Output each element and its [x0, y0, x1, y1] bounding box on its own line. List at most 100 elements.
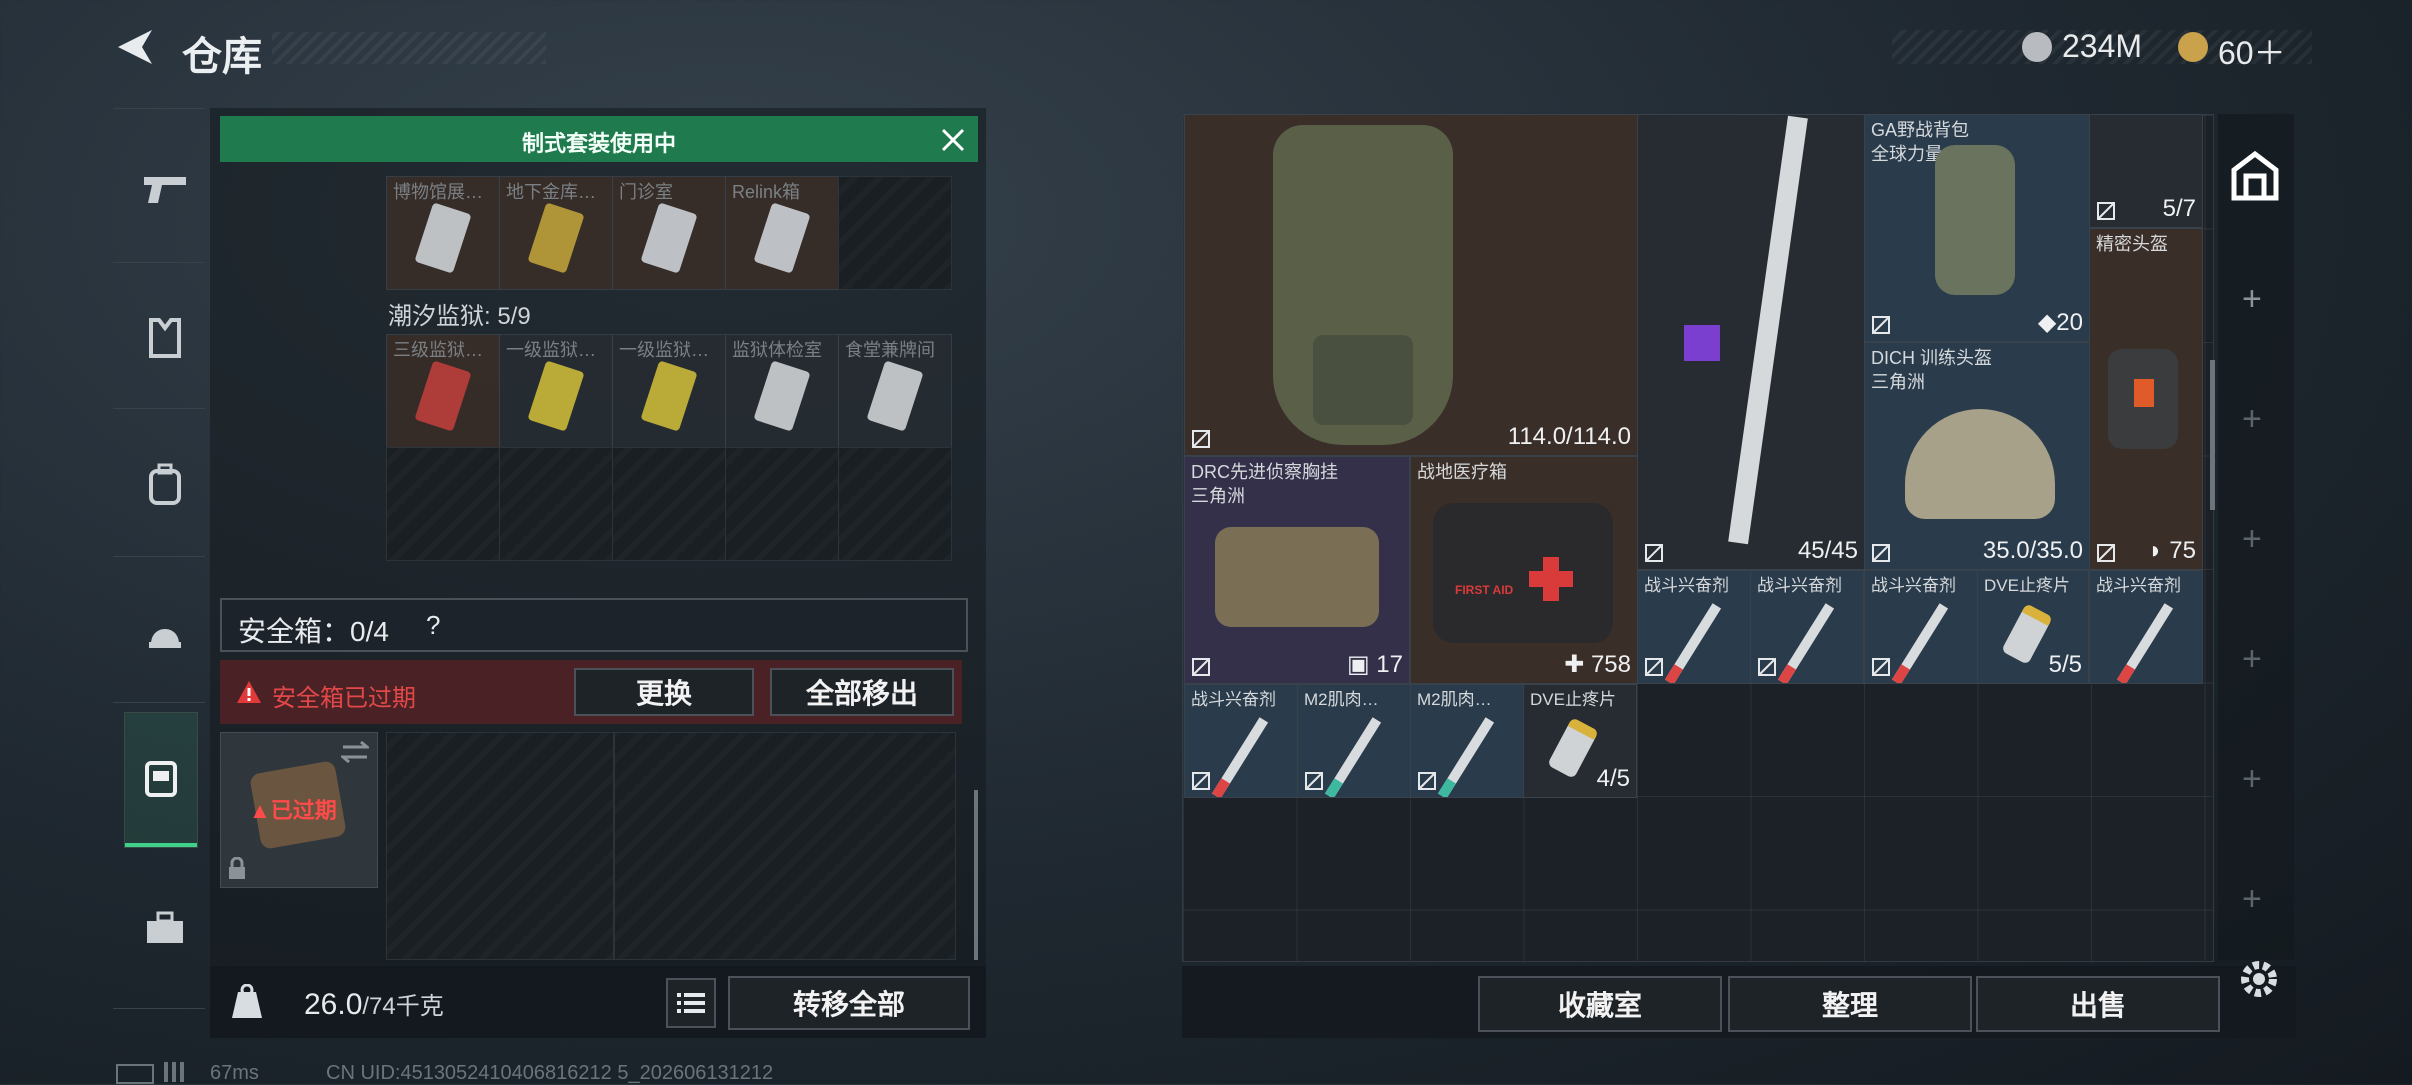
syringe-image — [2116, 603, 2174, 683]
stim-item[interactable]: 战斗兴奋剂 — [2089, 570, 2203, 684]
no-insure-icon — [1872, 658, 1890, 676]
rifle-item[interactable]: 45/45 — [1637, 114, 1865, 570]
empty-slot[interactable] — [838, 447, 952, 561]
shield-icon: ◗ — [2148, 537, 2163, 564]
ping: 67ms — [210, 1062, 259, 1084]
add-warehouse-button[interactable]: + — [2242, 400, 2262, 439]
uid: CN UID:4513052410406816212 5_20260613121… — [326, 1062, 774, 1084]
active-indicator — [125, 843, 197, 847]
sell-button[interactable]: 出售 — [1976, 976, 2220, 1032]
capacity: ▣ 17 — [1346, 651, 1403, 678]
list-item[interactable]: 门诊室 — [612, 176, 726, 290]
safebox-item[interactable]: ▲已过期 — [220, 732, 378, 888]
durability: 35.0/35.0 — [1982, 537, 2083, 564]
medkit-cross — [1529, 557, 1573, 601]
list-item[interactable]: 博物馆展… — [386, 176, 500, 290]
list-item[interactable]: 食堂兼牌间 — [838, 334, 952, 448]
durability: 114.0/114.0 — [1507, 423, 1631, 450]
empty-slot[interactable] — [838, 176, 952, 290]
currency-2: 60＋ — [2218, 35, 2286, 71]
empty-slot[interactable] — [725, 447, 839, 561]
nav-toolbox[interactable] — [125, 888, 205, 968]
close-icon[interactable] — [940, 127, 966, 153]
armor-vest-item[interactable]: 114.0/114.0 — [1184, 114, 1638, 456]
item-name: 战斗兴奋剂 — [1644, 576, 1729, 595]
swap-icon — [341, 741, 369, 763]
list-view-button[interactable] — [666, 978, 716, 1028]
nav-weapons[interactable] — [125, 150, 205, 230]
item-name: 战斗兴奋剂 — [1757, 576, 1842, 595]
add-warehouse-button[interactable]: + — [2242, 280, 2262, 319]
list-item[interactable]: 地下金库… — [499, 176, 613, 290]
capacity: ◆20 — [2037, 309, 2083, 336]
remove-all-button[interactable]: 全部移出 — [770, 668, 954, 716]
precise-helmet-item[interactable]: 精密头盔 ◗ 75 — [2089, 228, 2203, 570]
nav-armor[interactable] — [125, 298, 205, 378]
list-item[interactable]: 一级监狱… — [612, 334, 726, 448]
pill-bottle-image — [2001, 603, 2053, 665]
empty-slot[interactable] — [499, 447, 613, 561]
stim-item[interactable]: 战斗兴奋剂 — [1637, 570, 1751, 684]
chest-rig-item[interactable]: DRC先进侦察胸挂 三角洲 ▣ 17 — [1184, 456, 1410, 684]
uses: 4/5 — [1596, 765, 1630, 792]
nav-helmet[interactable] — [125, 592, 205, 672]
expired-badge-text: 已过期 — [270, 798, 337, 823]
list-item[interactable]: Relink箱 — [725, 176, 839, 290]
helmet-icon — [149, 629, 181, 648]
collection-button[interactable]: 收藏室 — [1478, 976, 1722, 1032]
keycard-image — [753, 202, 811, 274]
muscle-stim-item[interactable]: M2肌肉… — [1297, 684, 1411, 798]
add-warehouse-button[interactable]: + — [2242, 880, 2262, 919]
keycard-image — [753, 360, 811, 432]
no-insure-icon — [1418, 772, 1436, 790]
stim-item[interactable]: 战斗兴奋剂 — [1184, 684, 1298, 798]
tab-warehouse[interactable] — [2230, 150, 2280, 204]
left-scrollbar[interactable] — [974, 790, 978, 960]
add-warehouse-button[interactable]: + — [2242, 640, 2262, 679]
chestrig-image — [1215, 527, 1379, 627]
title-stripe — [272, 32, 546, 64]
nav-backpack[interactable] — [125, 444, 205, 524]
no-insure-icon — [1645, 544, 1663, 562]
stim-item[interactable]: 战斗兴奋剂 — [1750, 570, 1864, 684]
transfer-all-button[interactable]: 转移全部 — [728, 976, 970, 1030]
empty-slot[interactable] — [386, 447, 500, 561]
no-insure-icon — [1758, 658, 1776, 676]
weight-icon — [232, 984, 262, 1018]
backpack-item[interactable]: GA野战背包 全球力量 ◆20 — [1864, 114, 2090, 342]
painkiller-item[interactable]: DVE止疼片 4/5 — [1523, 684, 1637, 798]
empty-slot[interactable] — [386, 732, 614, 960]
medkit-item[interactable]: 战地医疗箱 FIRST AID ✚ 758 — [1410, 456, 1638, 684]
stacked-item[interactable]: 5/7 — [2089, 114, 2203, 228]
keycard-image — [527, 360, 585, 432]
syringe-image — [1664, 603, 1722, 683]
uses: 5/5 — [2048, 651, 2082, 678]
painkiller-item[interactable]: DVE止疼片 5/5 — [1977, 570, 2089, 684]
item-name: DICH 训练头盔 — [1871, 348, 1992, 368]
replace-button[interactable]: 更换 — [574, 668, 754, 716]
muscle-stim-item[interactable]: M2肌肉… — [1410, 684, 1524, 798]
add-warehouse-button[interactable]: + — [2242, 520, 2262, 559]
help-icon[interactable]: ? — [426, 610, 440, 641]
list-item[interactable]: 监狱体检室 — [725, 334, 839, 448]
nav-safebox-active[interactable] — [124, 712, 198, 848]
armor-value: ◗ 75 — [2148, 537, 2196, 564]
empty-slot[interactable] — [612, 447, 726, 561]
weight-readout: 26.0/74千克 — [304, 986, 444, 1022]
settings-button[interactable] — [2236, 956, 2282, 1002]
list-item[interactable]: 三级监狱… — [386, 334, 500, 448]
expired-bar: 安全箱已过期 更换 全部移出 — [220, 660, 962, 724]
empty-slot[interactable] — [614, 732, 956, 960]
syringe-image — [1324, 717, 1382, 797]
item-name: DVE止疼片 — [1530, 690, 1616, 709]
dich-helmet-item[interactable]: DICH 训练头盔 三角洲 35.0/35.0 — [1864, 342, 2090, 570]
keycard-image — [414, 360, 472, 432]
right-scrollbar[interactable] — [2210, 360, 2215, 510]
sort-button[interactable]: 整理 — [1728, 976, 1972, 1032]
list-item[interactable]: 一级监狱… — [499, 334, 613, 448]
suit-banner: 制式套装使用中 — [220, 116, 978, 162]
keycard-row-1: 博物馆展… 地下金库… 门诊室 Relink箱 — [386, 176, 956, 290]
add-warehouse-button[interactable]: + — [2242, 760, 2262, 799]
stim-item[interactable]: 战斗兴奋剂 — [1864, 570, 1978, 684]
back-button[interactable] — [112, 24, 158, 70]
